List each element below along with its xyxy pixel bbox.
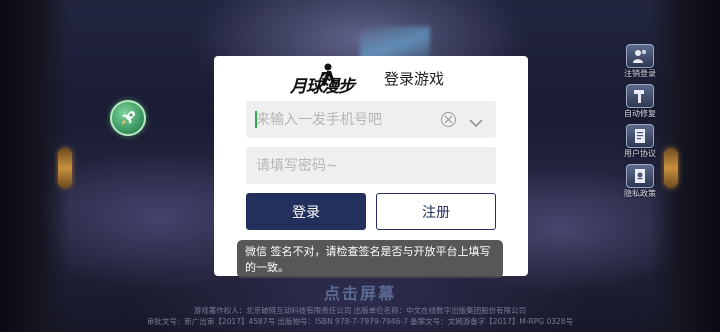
- side-menu: 注销登录 自动修复 用户协议 隐私政策: [619, 44, 661, 204]
- left-ornament: [58, 148, 72, 188]
- error-toast: 微信 签名不对，请检查签名是否与开放平台上填写的一致。: [237, 240, 503, 278]
- side-item-logout[interactable]: 注销登录: [619, 44, 661, 82]
- phone-input[interactable]: [246, 101, 436, 138]
- rocket-icon: [121, 111, 135, 125]
- side-item-label: 用户协议: [624, 149, 656, 158]
- copyright-info: 游戏著作权人：北京破晓互动科技有限责任公司 出版单位名称：中文在线数字出版集团股…: [0, 305, 720, 327]
- login-button[interactable]: 登录: [246, 193, 366, 230]
- close-icon: [444, 115, 453, 124]
- side-item-auto-repair[interactable]: 自动修复: [619, 84, 661, 122]
- copyright-line-1: 游戏著作权人：北京破晓互动科技有限责任公司 出版单位名称：中文在线数字出版集团股…: [193, 306, 527, 315]
- text-cursor: [255, 111, 257, 128]
- user-logout-icon: [626, 44, 654, 68]
- chevron-down-icon: [469, 119, 483, 128]
- account-dropdown-button[interactable]: [468, 114, 484, 128]
- side-item-label: 隐私政策: [624, 189, 656, 198]
- game-logo: 月球漫步: [290, 62, 360, 97]
- password-field[interactable]: [246, 147, 496, 184]
- tap-screen-prompt[interactable]: 点击屏幕: [0, 280, 720, 304]
- side-item-label: 注销登录: [624, 69, 656, 78]
- side-item-user-agreement[interactable]: 用户协议: [619, 124, 661, 162]
- side-item-privacy-policy[interactable]: 隐私政策: [619, 164, 661, 202]
- phone-field[interactable]: [246, 101, 496, 138]
- privacy-icon: [626, 164, 654, 188]
- logo-text: 月球漫步: [290, 77, 355, 97]
- right-ornament: [664, 148, 678, 188]
- copyright-line-2: 审批文号：新广出审【2017】4587号 出版物号：ISBN 978-7-797…: [146, 317, 574, 326]
- document-icon: [626, 124, 654, 148]
- dialog-title: 登录游戏: [384, 70, 445, 88]
- hammer-repair-icon: [626, 84, 654, 108]
- side-item-label: 自动修复: [624, 109, 656, 118]
- rocket-button[interactable]: [110, 100, 146, 136]
- register-button[interactable]: 注册: [376, 193, 496, 230]
- password-input[interactable]: [246, 147, 486, 184]
- clear-input-button[interactable]: [441, 112, 456, 127]
